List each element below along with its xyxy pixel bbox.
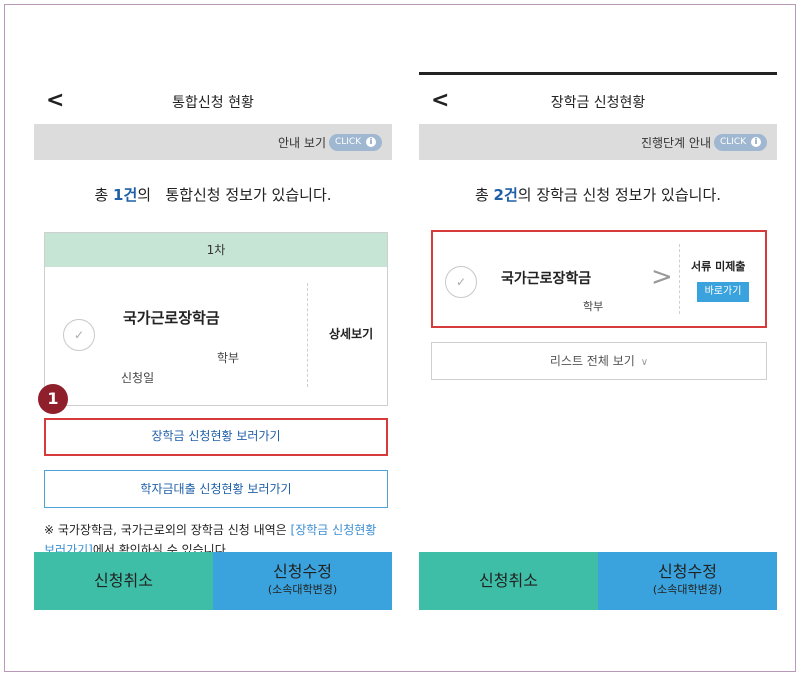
cancel-application-button[interactable]: 신청취소 (419, 552, 598, 610)
department: 학부 (217, 351, 240, 365)
document-status: 서류 미제출 (691, 260, 746, 273)
divider (679, 244, 680, 314)
modify-application-button[interactable]: 신청수정 (소속대학변경) (598, 552, 777, 610)
go-now-button[interactable]: 바로가기 (697, 282, 749, 302)
guide-click-button[interactable]: CLICK i (713, 134, 767, 151)
summary-suffix: 의 장학금 신청 정보가 있습니다. (517, 186, 722, 204)
summary-text: 총 2건의 장학금 신청 정보가 있습니다. (419, 184, 777, 205)
apply-date-label: 신청일 (121, 371, 155, 385)
click-label: CLICK (334, 137, 362, 147)
view-all-label: 리스트 전체 보기 (549, 354, 635, 368)
guide-text: 안내 보기 (278, 136, 326, 150)
top-border (419, 72, 777, 75)
phone-scholarship-status: < 장학금 신청현황 진행단계 안내 CLICK i 총 2건의 장학금 신청 … (419, 72, 777, 610)
chevron-right-icon[interactable]: > (651, 262, 673, 292)
modify-application-button[interactable]: 신청수정 (소속대학변경) (213, 552, 392, 610)
check-icon: ✓ (445, 266, 477, 298)
scholarship-name: 국가근로장학금 (123, 309, 220, 327)
bottom-action-bar: 신청취소 신청수정 (소속대학변경) (34, 552, 392, 610)
view-all-list-button[interactable]: 리스트 전체 보기 ∨ (431, 342, 767, 380)
info-icon: i (366, 137, 376, 147)
modify-sub-label: (소속대학변경) (267, 583, 338, 596)
round-header: 1차 (45, 233, 387, 267)
view-scholarship-status-button[interactable]: 장학금 신청현황 보러가기 (44, 418, 388, 456)
modify-label: 신청수정 (273, 562, 332, 581)
header: < 장학금 신청현황 (419, 82, 777, 124)
click-label: CLICK (719, 137, 747, 147)
summary-prefix: 총 (474, 186, 494, 204)
summary-count: 1건 (113, 186, 138, 204)
page-title: 장학금 신청현황 (550, 95, 646, 111)
divider (307, 283, 308, 387)
guide-bar: 진행단계 안내 CLICK i (419, 124, 777, 160)
modify-label: 신청수정 (658, 562, 717, 581)
guide-text: 진행단계 안내 (640, 136, 711, 150)
info-icon: i (751, 137, 761, 147)
cancel-application-button[interactable]: 신청취소 (34, 552, 213, 610)
notice-body: ※ 국가장학금, 국가근로외의 장학금 신청 내역은 (44, 523, 291, 537)
summary-count: 2건 (493, 186, 518, 204)
check-icon: ✓ (63, 319, 95, 351)
guide-click-button[interactable]: CLICK i (328, 134, 382, 151)
modify-sub-label: (소속대학변경) (652, 583, 723, 596)
scholarship-name: 국가근로장학금 (501, 271, 592, 287)
detail-view-link[interactable]: 상세보기 (329, 325, 373, 342)
view-loan-status-button[interactable]: 학자금대출 신청현황 보러가기 (44, 470, 388, 508)
chevron-down-icon: ∨ (640, 357, 649, 368)
department: 학부 (583, 300, 604, 313)
page-title: 통합신청 현황 (172, 95, 254, 111)
summary-prefix: 총 (94, 186, 114, 204)
application-card: 1차 ✓ 국가근로장학금 학부 신청일 상세보기 (44, 232, 388, 406)
phone-integrated-status: < 통합신청 현황 안내 보기 CLICK i 총 1건의 통합신청 정보가 있… (34, 72, 392, 610)
summary-text: 총 1건의 통합신청 정보가 있습니다. (34, 184, 392, 205)
header: < 통합신청 현황 (34, 82, 392, 124)
scholarship-card[interactable]: ✓ 국가근로장학금 학부 > 서류 미제출 바로가기 (431, 230, 767, 328)
step-number-badge: 1 (38, 384, 68, 414)
bottom-action-bar: 신청취소 신청수정 (소속대학변경) (419, 552, 777, 610)
summary-suffix: 의 통합신청 정보가 있습니다. (137, 186, 332, 204)
guide-bar: 안내 보기 CLICK i (34, 124, 392, 160)
